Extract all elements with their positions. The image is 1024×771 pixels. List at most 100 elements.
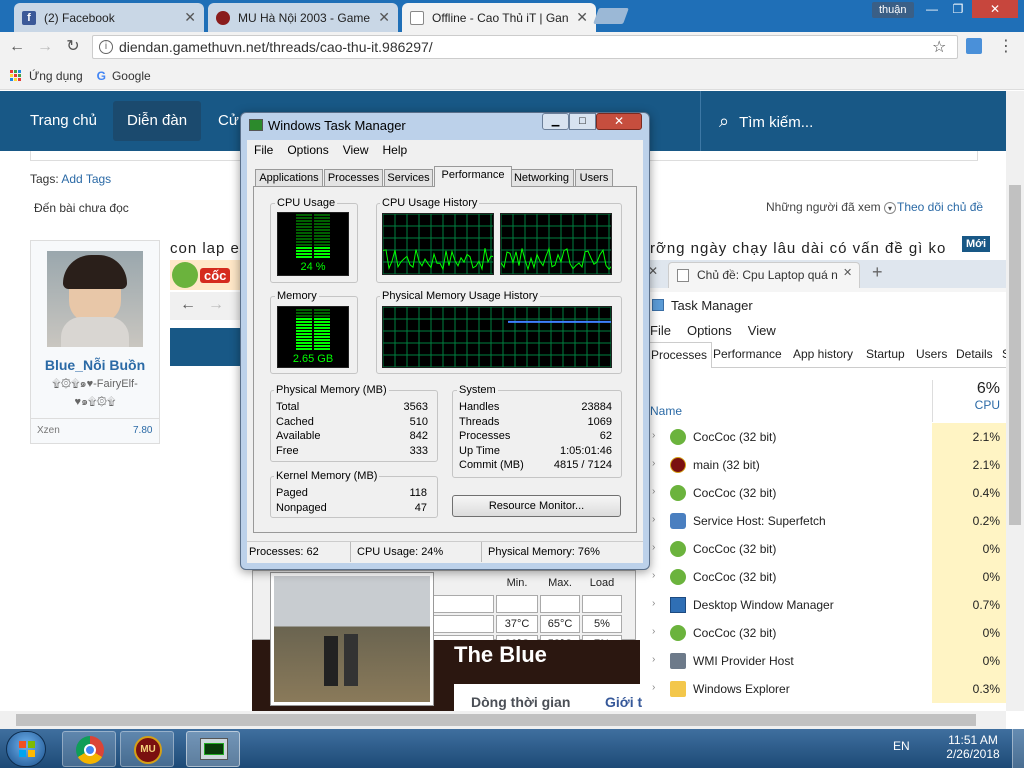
tm-menu-help[interactable]: Help: [383, 143, 408, 157]
tm-maximize-icon[interactable]: □: [569, 113, 596, 130]
kv-key: Up Time: [459, 444, 500, 457]
close-tab-icon[interactable]: ✕: [378, 9, 390, 26]
clock[interactable]: 11:51 AM 2/26/2018: [940, 733, 1006, 761]
taskbar-chrome[interactable]: [62, 731, 116, 767]
browser-tab-mu[interactable]: MU Hà Nội 2003 - Game ✕: [208, 3, 398, 32]
menu-icon[interactable]: ⋮: [998, 36, 1014, 56]
coccoc-logo-icon: [172, 262, 198, 288]
tm-menu-view[interactable]: View: [343, 143, 369, 157]
taskbar-task-manager[interactable]: [186, 731, 240, 767]
taskbar-mu[interactable]: MU: [120, 731, 174, 767]
process-row[interactable]: › CocCoc (32 bit) 2.1%: [640, 423, 1006, 451]
tm-tab-performance[interactable]: Performance: [434, 166, 512, 187]
reload-icon[interactable]: ↻: [62, 36, 84, 58]
bookmark-apps[interactable]: Ứng dụng: [29, 69, 83, 83]
meter-cell: [314, 238, 330, 240]
core-row-max: 65°C: [540, 615, 580, 633]
tm-menu-options[interactable]: Options: [287, 143, 328, 157]
horizontal-scroll-thumb[interactable]: [16, 714, 976, 726]
bookmark-star-icon[interactable]: ☆: [932, 37, 946, 57]
task-manager-icon: [200, 738, 228, 760]
meter-cell: [296, 244, 312, 246]
start-button[interactable]: [6, 731, 46, 767]
process-name: WMI Provider Host: [693, 654, 794, 668]
system-label: System: [457, 384, 498, 396]
process-row[interactable]: › Windows Explorer 0.3%: [640, 675, 1006, 703]
cpu-history-label: CPU Usage History: [380, 197, 480, 209]
restore-icon[interactable]: ❐: [946, 0, 970, 18]
tm-menu-file[interactable]: File: [254, 143, 273, 157]
process-row[interactable]: › CocCoc (32 bit) 0%: [640, 619, 1006, 647]
process-row[interactable]: › CocCoc (32 bit) 0%: [640, 563, 1006, 591]
nav-home[interactable]: Trang chủ: [16, 91, 111, 151]
meter-cell: [314, 220, 330, 222]
vertical-scroll-thumb[interactable]: [1009, 185, 1021, 525]
show-desktop-button[interactable]: [1012, 729, 1024, 768]
nav-forum[interactable]: Diễn đàn: [113, 101, 202, 141]
meter-cell: [296, 217, 312, 219]
language-indicator[interactable]: EN: [893, 739, 910, 753]
meter-cell: [314, 244, 330, 246]
profile-badge[interactable]: thuận: [872, 2, 914, 18]
process-row[interactable]: › Service Host: Superfetch 0.2%: [640, 507, 1006, 535]
kv-key: Nonpaged: [276, 502, 327, 514]
site-search[interactable]: ⌕ Tìm kiếm...: [700, 91, 813, 151]
follow-thread-link[interactable]: Theo dõi chủ đề: [897, 200, 983, 214]
process-cpu: 0%: [932, 563, 1006, 591]
process-cpu: 0.2%: [932, 507, 1006, 535]
process-row[interactable]: › CocCoc (32 bit) 0%: [640, 535, 1006, 563]
folder-icon: [670, 681, 686, 697]
chevron-right-icon: ›: [652, 598, 656, 609]
tm-tab-processes[interactable]: Processes: [324, 169, 383, 187]
resource-monitor-button[interactable]: Resource Monitor...: [452, 495, 621, 517]
address-bar[interactable]: i diendan.gamethuvn.net/threads/cao-thu-…: [92, 35, 958, 59]
process-row[interactable]: › WMI Provider Host 0%: [640, 647, 1006, 675]
bookmark-google[interactable]: Google: [112, 69, 151, 83]
tm-tab-services[interactable]: Services: [384, 169, 433, 187]
new-tab-button[interactable]: [593, 8, 629, 24]
process-row[interactable]: › main (32 bit) 2.1%: [640, 451, 1006, 479]
tab-users: Users: [916, 347, 948, 361]
chevron-right-icon: ›: [652, 570, 656, 581]
back-icon[interactable]: ←: [6, 36, 28, 58]
extension-icon[interactable]: [966, 38, 982, 54]
tm-tab-users[interactable]: Users: [575, 169, 613, 187]
meter-cell: [296, 232, 312, 234]
menu-view: View: [747, 323, 776, 338]
post-text-left: con lap e: [170, 240, 240, 257]
meter-cell: [296, 250, 312, 252]
tm-close-icon[interactable]: ✕: [596, 113, 642, 130]
tm-minimize-icon[interactable]: ▁: [542, 113, 569, 130]
process-row[interactable]: › CocCoc (32 bit) 0.4%: [640, 479, 1006, 507]
process-cpu: 2.1%: [932, 451, 1006, 479]
browser-tab-active[interactable]: Offline - Cao Thủ iT | Gan ✕: [402, 3, 596, 32]
meter-cell: [296, 229, 312, 231]
coccoc-banner: cốc: [170, 260, 244, 290]
close-tab-icon[interactable]: ✕: [576, 9, 588, 26]
kv-key: Total: [276, 401, 300, 413]
forward-icon[interactable]: →: [34, 36, 56, 58]
add-tags-link[interactable]: Add Tags: [61, 172, 111, 186]
meter-cell: [296, 220, 312, 222]
tab-title: (2) Facebook: [44, 10, 115, 25]
info-icon[interactable]: i: [99, 40, 113, 54]
tab-title: Offline - Cao Thủ iT | Gan: [432, 10, 569, 25]
avatar[interactable]: [47, 251, 143, 347]
core-row-max: [540, 595, 580, 613]
process-name: main (32 bit): [693, 458, 760, 472]
meter-cell: [314, 247, 330, 249]
close-tab-icon[interactable]: ✕: [184, 9, 196, 26]
browser-tab-facebook[interactable]: f (2) Facebook ✕: [14, 3, 204, 32]
username[interactable]: Blue_Nỗi Buồn: [30, 357, 160, 373]
who-viewed-link[interactable]: Những người đã xem ▾: [766, 200, 896, 214]
user-server: Xzen: [37, 425, 60, 436]
kernel-memory-label: Kernel Memory (MB): [274, 470, 380, 482]
tm-tab-networking[interactable]: Networking: [509, 169, 574, 187]
cpu-history-graph-core0: [382, 213, 494, 275]
chevron-right-icon: ›: [652, 430, 656, 441]
process-row[interactable]: › Desktop Window Manager 0.7%: [640, 591, 1006, 619]
minimize-icon[interactable]: —: [920, 0, 944, 18]
tm-tab-applications[interactable]: Applications: [255, 169, 323, 187]
close-window-icon[interactable]: ✕: [972, 0, 1018, 18]
unread-link[interactable]: Đến bài chưa đọc: [34, 201, 129, 215]
